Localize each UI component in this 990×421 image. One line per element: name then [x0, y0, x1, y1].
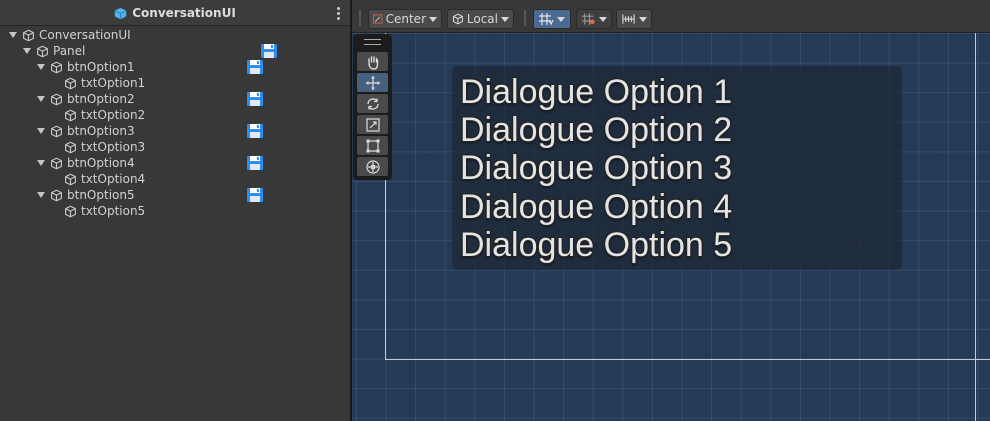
hierarchy-item-btnoption4[interactable]: btnOption4	[0, 155, 350, 171]
row-label: ConversationUI	[39, 28, 131, 42]
rotate-tool-button[interactable]	[357, 94, 388, 113]
hierarchy-header: ConversationUI	[0, 0, 350, 26]
save-icon[interactable]	[246, 187, 264, 203]
row-label: btnOption5	[67, 188, 135, 202]
row-label: txtOption2	[81, 108, 146, 122]
hierarchy-item-btnoption1[interactable]: btnOption1	[0, 59, 350, 75]
hierarchy-item-btnoption5[interactable]: btnOption5	[0, 187, 350, 203]
row-label: btnOption3	[67, 124, 135, 138]
hand-icon	[367, 55, 378, 70]
hierarchy-item-btnoption2[interactable]: btnOption2	[0, 91, 350, 107]
scale-tool-button[interactable]	[357, 115, 388, 134]
pivot-mode-dropdown[interactable]: Center	[368, 9, 442, 29]
move-arrows-icon	[365, 75, 380, 90]
pivot-rotation-label: Local	[466, 12, 498, 26]
increment-snap-icon	[581, 13, 595, 25]
row-label: txtOption3	[81, 140, 146, 154]
save-icon[interactable]	[246, 59, 264, 75]
save-icon[interactable]	[246, 155, 264, 171]
row-label: txtOption5	[81, 204, 146, 218]
dialogue-option-2[interactable]: Dialogue Option 2	[460, 110, 732, 150]
prefab-cube-icon	[114, 7, 127, 19]
expand-arrow-icon[interactable]	[37, 160, 45, 166]
dialogue-option-3[interactable]: Dialogue Option 3	[460, 148, 732, 188]
hierarchy-item-txtoption2[interactable]: txtOption2	[0, 107, 350, 123]
expand-arrow-icon[interactable]	[37, 96, 45, 102]
scale-icon	[365, 117, 380, 132]
expand-arrow-icon[interactable]	[23, 48, 31, 54]
canvas-boundary-right	[975, 33, 976, 421]
hierarchy-item-conversationui[interactable]: ConversationUI	[0, 27, 350, 43]
tools-overlay	[353, 34, 392, 180]
snapping-dropdown[interactable]	[616, 9, 652, 29]
hierarchy-panel: ConversationUI ConversationUI Panel btnO…	[0, 0, 350, 421]
gameobject-cube-icon	[50, 125, 63, 138]
gameobject-cube-icon	[50, 189, 63, 202]
gameobject-cube-icon	[22, 29, 35, 42]
gameobject-cube-icon	[50, 157, 63, 170]
gameobject-cube-icon	[50, 61, 63, 74]
hierarchy-item-panel[interactable]: Panel	[0, 43, 350, 59]
save-icon[interactable]	[246, 91, 264, 107]
hand-tool-button[interactable]	[357, 52, 388, 71]
gameobject-cube-icon	[64, 77, 77, 90]
dialogue-option-1[interactable]: Dialogue Option 1	[460, 72, 732, 112]
snapping-icon	[622, 14, 635, 24]
hierarchy-item-txtoption1[interactable]: txtOption1	[0, 75, 350, 91]
hierarchy-title: ConversationUI	[0, 0, 350, 26]
toolbar-separator	[524, 10, 526, 26]
toolbar-separator	[359, 10, 361, 26]
gameobject-cube-icon	[64, 141, 77, 154]
transform-icon	[365, 159, 380, 174]
canvas-boundary-bottom	[385, 359, 990, 360]
gameobject-cube-icon	[64, 205, 77, 218]
row-label: Panel	[53, 44, 86, 58]
row-label: txtOption1	[81, 76, 146, 90]
rotate-icon	[366, 97, 379, 110]
gameobject-cube-icon	[64, 109, 77, 122]
row-label: btnOption4	[67, 156, 135, 170]
expand-arrow-icon[interactable]	[37, 192, 45, 198]
save-icon[interactable]	[246, 123, 264, 139]
dropdown-arrow-icon	[429, 16, 437, 22]
gameobject-cube-icon	[64, 173, 77, 186]
save-icon[interactable]	[260, 43, 278, 59]
rect-tool-button[interactable]	[357, 136, 388, 155]
expand-arrow-icon[interactable]	[37, 64, 45, 70]
more-options-icon[interactable]	[333, 5, 343, 21]
pivot-rotation-dropdown[interactable]: Local	[447, 9, 514, 29]
local-cube-icon	[452, 13, 463, 25]
dropdown-arrow-icon	[557, 16, 565, 22]
row-label: btnOption2	[67, 92, 135, 106]
row-label: txtOption4	[81, 172, 146, 186]
hierarchy-item-txtoption5[interactable]: txtOption5	[0, 203, 350, 219]
increment-snap-toggle[interactable]	[576, 9, 612, 29]
scene-toolbar: Center Local	[352, 0, 990, 33]
hierarchy-title-label: ConversationUI	[132, 6, 236, 20]
hierarchy-item-btnoption3[interactable]: btnOption3	[0, 123, 350, 139]
transform-tool-button[interactable]	[357, 157, 388, 176]
dropdown-arrow-icon	[599, 16, 607, 22]
pivot-center-icon	[373, 14, 383, 24]
expand-arrow-icon[interactable]	[37, 128, 45, 134]
move-tool-button[interactable]	[357, 73, 388, 92]
scene-view[interactable]: Center Local Dialogue Option 1 Dialogue …	[352, 0, 990, 421]
hierarchy-item-txtoption4[interactable]: txtOption4	[0, 171, 350, 187]
expand-arrow-icon[interactable]	[9, 32, 17, 38]
dropdown-arrow-icon	[639, 16, 647, 22]
row-label: btnOption1	[67, 60, 135, 74]
overlay-drag-handle[interactable]	[364, 39, 381, 45]
dropdown-arrow-icon	[501, 16, 509, 22]
gameobject-cube-icon	[36, 45, 49, 58]
dialogue-option-5[interactable]: Dialogue Option 5	[460, 225, 732, 265]
grid-snap-icon	[539, 13, 554, 26]
rect-transform-icon	[366, 139, 379, 152]
grid-snap-toggle[interactable]	[533, 9, 571, 29]
pivot-mode-label: Center	[385, 12, 426, 26]
gameobject-cube-icon	[50, 93, 63, 106]
dialogue-option-4[interactable]: Dialogue Option 4	[460, 187, 732, 227]
hierarchy-item-txtoption3[interactable]: txtOption3	[0, 139, 350, 155]
